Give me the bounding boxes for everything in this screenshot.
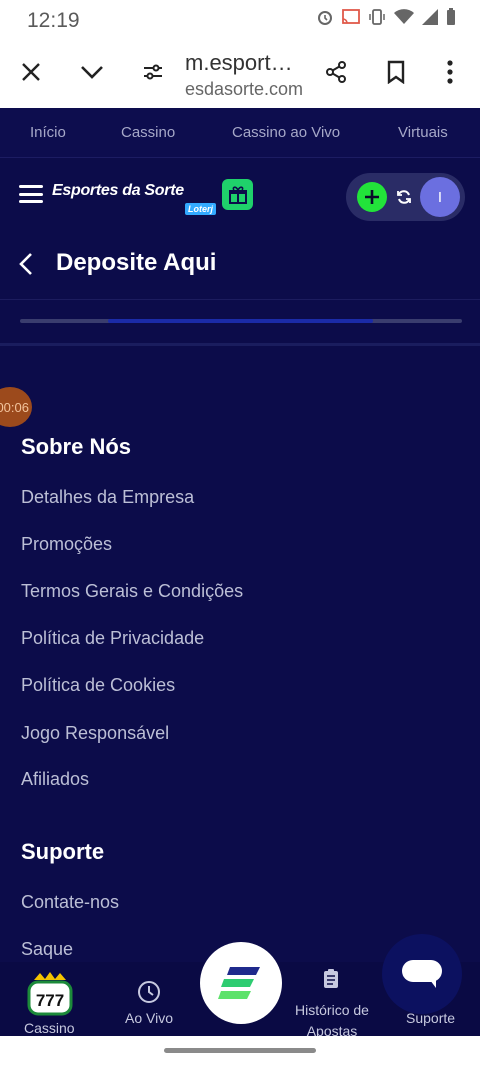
gift-icon[interactable] <box>222 179 253 210</box>
wifi-icon <box>394 9 414 25</box>
top-nav-virtuais[interactable]: Virtuais <box>398 124 448 141</box>
progress-track <box>20 319 462 323</box>
top-nav-inicio[interactable]: Início <box>30 124 66 141</box>
alarm-icon <box>316 8 334 26</box>
refresh-icon[interactable] <box>394 186 414 208</box>
status-icons <box>316 8 456 26</box>
nav-cassino-label[interactable]: Cassino <box>24 1020 75 1036</box>
slot-machine-icon[interactable]: 777 <box>25 970 75 1018</box>
about-section-title: Sobre Nós <box>21 434 132 459</box>
deposit-header: Deposite Aqui <box>0 240 480 300</box>
home-logo-button[interactable] <box>200 942 282 1024</box>
menu-icon[interactable] <box>19 185 43 203</box>
link-saque[interactable]: Saque <box>21 939 73 960</box>
signal-icon <box>422 9 438 25</box>
clipboard-icon[interactable] <box>322 968 340 995</box>
vibrate-icon <box>368 9 386 25</box>
close-icon[interactable] <box>11 52 51 92</box>
bookmark-icon[interactable] <box>376 52 416 92</box>
clock-icon[interactable] <box>137 980 161 1009</box>
link-politica-cookies[interactable]: Política de Cookies <box>21 675 175 696</box>
status-bar: 12:19 <box>0 0 480 40</box>
link-detalhes-empresa[interactable]: Detalhes da Empresa <box>21 487 194 508</box>
deposit-progress <box>0 300 480 346</box>
battery-icon <box>446 8 456 26</box>
link-contate-nos[interactable]: Contate-nos <box>21 892 119 913</box>
link-politica-privacidade[interactable]: Política de Privacidade <box>21 628 204 649</box>
share-icon[interactable] <box>316 52 356 92</box>
chevron-down-icon[interactable] <box>72 52 112 92</box>
url-subdomain[interactable]: esdasorte.com <box>185 79 303 100</box>
cast-icon <box>342 9 360 25</box>
top-nav-cassino-ao-vivo[interactable]: Cassino ao Vivo <box>232 124 340 141</box>
progress-fill <box>108 319 373 323</box>
browser-toolbar: m.esport… esdasorte.com <box>0 40 480 108</box>
deposit-plus-button[interactable] <box>357 182 387 212</box>
home-gesture-pill[interactable] <box>164 1048 316 1053</box>
support-chat-button[interactable] <box>382 934 462 1014</box>
top-nav: Início Cassino Cassino ao Vivo Virtuais <box>0 108 480 158</box>
status-time: 12:19 <box>27 9 80 32</box>
back-arrow-icon[interactable] <box>15 252 39 276</box>
url-domain[interactable]: m.esport… <box>185 50 293 76</box>
gesture-bar <box>0 1036 480 1066</box>
svg-text:777: 777 <box>36 991 64 1010</box>
more-icon[interactable] <box>430 52 470 92</box>
link-promocoes[interactable]: Promoções <box>21 534 112 555</box>
avatar[interactable]: I <box>420 177 460 217</box>
user-wallet-pill: I <box>346 173 465 221</box>
top-nav-cassino[interactable]: Cassino <box>121 124 175 141</box>
site-settings-icon[interactable] <box>133 52 173 92</box>
timer-badge[interactable]: 00:06 <box>0 387 32 427</box>
support-section-title: Suporte <box>21 839 105 864</box>
site-header: Esportes da Sorte Loterj I <box>0 158 480 240</box>
link-jogo-responsavel[interactable]: Jogo Responsável <box>21 723 169 744</box>
nav-ao-vivo-label[interactable]: Ao Vivo <box>125 1010 173 1026</box>
link-afiliados[interactable]: Afiliados <box>21 769 89 790</box>
brand-logo-sub: Loterj <box>185 203 217 215</box>
brand-logo[interactable]: Esportes da Sorte <box>52 182 184 200</box>
page-title: Deposite Aqui <box>56 249 217 276</box>
link-termos-gerais[interactable]: Termos Gerais e Condições <box>21 581 243 602</box>
